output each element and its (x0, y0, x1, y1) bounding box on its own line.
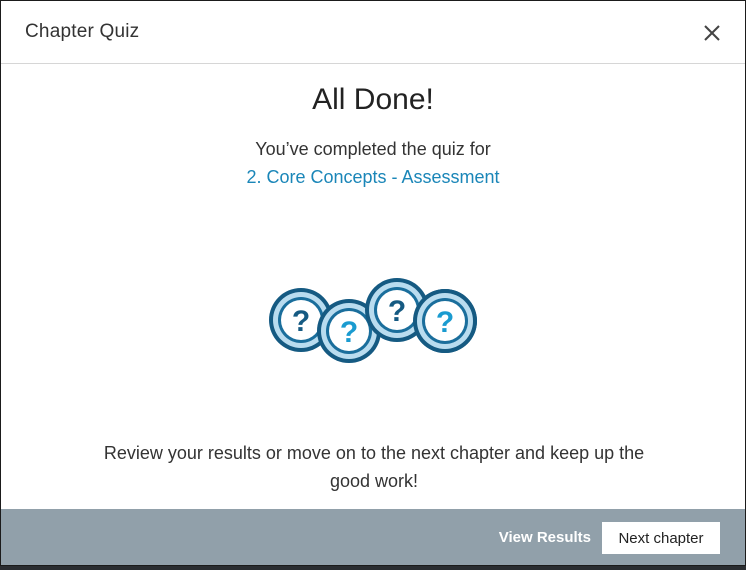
modal-title: Chapter Quiz (25, 21, 140, 42)
close-icon[interactable] (701, 22, 723, 44)
quiz-title-link[interactable]: 2. Core Concepts - Assessment (1, 167, 745, 188)
modal-header: Chapter Quiz (1, 1, 745, 64)
review-message: Review your results or move on to the ne… (103, 443, 645, 491)
completed-text: You’ve completed the quiz for (255, 139, 491, 159)
completion-heading: All Done! (312, 83, 434, 116)
question-badge-icon: ? (413, 289, 477, 353)
modal-footer: View Results Next chapter (1, 509, 745, 565)
question-mark: ? (436, 306, 454, 339)
modal-body: All Done! You’ve completed the quiz for … (1, 65, 745, 509)
chapter-quiz-modal: Chapter Quiz All Done! You’ve completed … (0, 0, 746, 566)
view-results-button[interactable]: View Results (499, 529, 591, 546)
next-chapter-button[interactable]: Next chapter (602, 522, 720, 554)
question-mark: ? (388, 295, 406, 328)
question-mark: ? (340, 316, 358, 349)
question-mark: ? (292, 305, 310, 338)
question-badges-icon: ? ? ? ? (267, 277, 481, 367)
